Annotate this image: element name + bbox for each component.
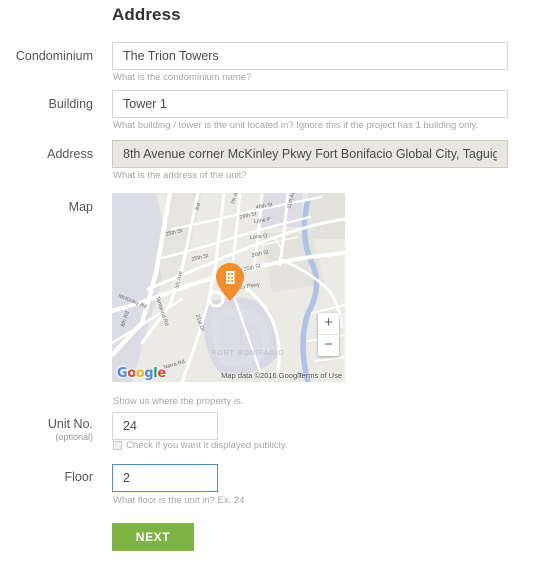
building-help: What building / tower is the unit locate…	[113, 120, 479, 131]
unit-no-input[interactable]	[112, 412, 218, 440]
map-viewport[interactable]: 3rd 25th St 25th St 5th Ave McKinley Rd …	[112, 193, 345, 382]
map-zoom-controls[interactable]: + −	[318, 313, 339, 356]
condominium-label: Condominium	[15, 49, 93, 63]
address-form-page: Address Condominium What is the condomin…	[0, 0, 555, 563]
unit-no-sublabel: (optional)	[55, 432, 93, 442]
map-terms-link[interactable]: Terms of Use	[298, 371, 342, 380]
floor-help: What floor is the unit in? Ex. 24	[113, 495, 245, 506]
map-zoom-in-button[interactable]: +	[318, 313, 339, 335]
building-label: Building	[48, 97, 93, 111]
building-input[interactable]	[112, 90, 508, 118]
page-title: Address	[112, 5, 181, 24]
address-input[interactable]	[112, 140, 508, 168]
checkbox-icon[interactable]	[113, 441, 122, 450]
map-label: Map	[68, 200, 93, 214]
map-attribution: Map data ©2016 Google	[221, 371, 303, 380]
map-canvas: 3rd 25th St 25th St 5th Ave McKinley Rd …	[112, 193, 345, 382]
floor-label: Floor	[64, 470, 93, 484]
map-help: Show us where the property is.	[113, 396, 244, 407]
address-help: What is the address of the unit?	[113, 170, 247, 181]
unit-no-label: Unit No.	[47, 417, 93, 431]
google-logo: Google	[117, 366, 166, 381]
unit-no-public-checkbox-label: Check if you want it displayed publicly.	[126, 440, 288, 451]
next-button[interactable]: NEXT	[112, 523, 194, 551]
floor-input[interactable]	[112, 464, 218, 492]
map-zoom-out-button[interactable]: −	[318, 335, 339, 356]
address-label: Address	[47, 147, 93, 161]
unit-no-public-checkbox-row[interactable]: Check if you want it displayed publicly.	[113, 440, 287, 451]
map-area-label: FORT BONIFACIO	[212, 350, 285, 357]
condominium-input[interactable]	[112, 42, 508, 70]
condominium-help: What is the condominium name?	[113, 72, 252, 83]
